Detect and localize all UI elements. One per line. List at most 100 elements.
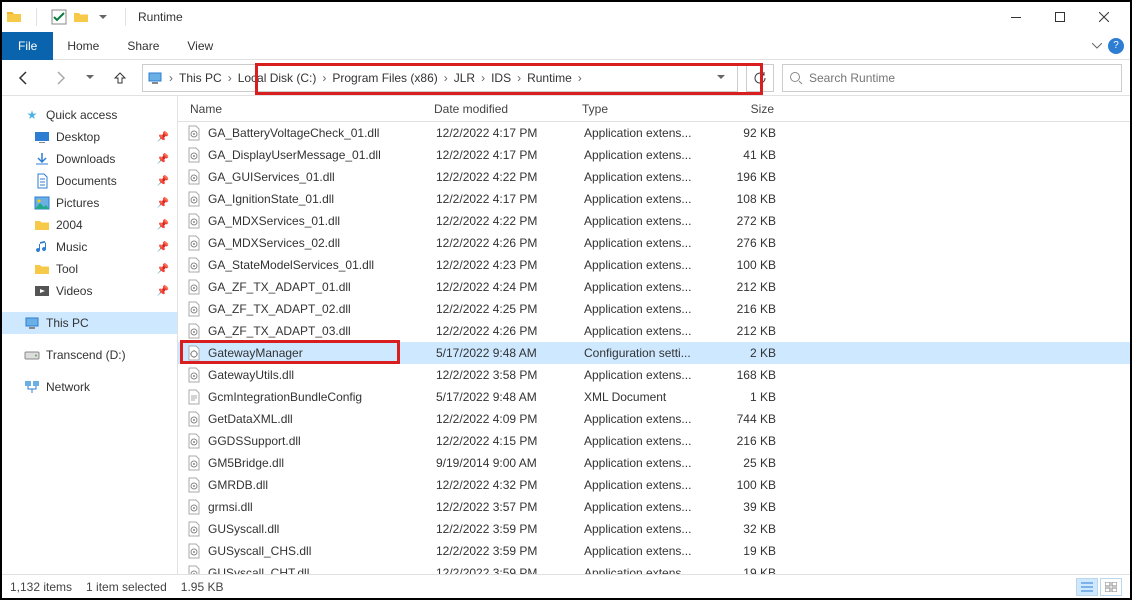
- file-row[interactable]: GA_BatteryVoltageCheck_01.dll12/2/2022 4…: [178, 122, 1130, 144]
- col-date[interactable]: Date modified: [434, 102, 582, 116]
- chevron-right-icon[interactable]: ›: [320, 71, 328, 85]
- details-view-button[interactable]: [1076, 578, 1098, 596]
- file-row[interactable]: GA_DisplayUserMessage_01.dll12/2/2022 4:…: [178, 144, 1130, 166]
- maximize-button[interactable]: [1038, 2, 1082, 32]
- col-size[interactable]: Size: [712, 102, 784, 116]
- breadcrumb-segment[interactable]: Runtime: [523, 71, 576, 85]
- back-button[interactable]: [10, 64, 38, 92]
- titlebar: Runtime: [2, 2, 1130, 32]
- minimize-button[interactable]: [994, 2, 1038, 32]
- breadcrumb[interactable]: › This PC›Local Disk (C:)›Program Files …: [142, 64, 738, 92]
- file-row[interactable]: GetDataXML.dll12/2/2022 4:09 PMApplicati…: [178, 408, 1130, 430]
- help-icon[interactable]: ?: [1108, 38, 1124, 54]
- col-name[interactable]: Name: [186, 102, 434, 116]
- file-name: GA_GUIServices_01.dll: [208, 170, 436, 184]
- chevron-right-icon[interactable]: ›: [167, 71, 175, 85]
- breadcrumb-segment[interactable]: JLR: [450, 71, 479, 85]
- file-row[interactable]: GMRDB.dll12/2/2022 4:32 PMApplication ex…: [178, 474, 1130, 496]
- col-type[interactable]: Type: [582, 102, 712, 116]
- file-row[interactable]: grmsi.dll12/2/2022 3:57 PMApplication ex…: [178, 496, 1130, 518]
- file-row[interactable]: GA_IgnitionState_01.dll12/2/2022 4:17 PM…: [178, 188, 1130, 210]
- file-date: 12/2/2022 3:58 PM: [436, 368, 584, 382]
- pin-icon: 📌: [157, 286, 169, 297]
- file-row[interactable]: GA_MDXServices_02.dll12/2/2022 4:26 PMAp…: [178, 232, 1130, 254]
- sidebar-item[interactable]: Documents📌: [2, 170, 177, 192]
- file-icon: [186, 455, 202, 471]
- file-icon: [186, 565, 202, 574]
- folder-small-icon[interactable]: [73, 9, 89, 25]
- file-row[interactable]: GGDSSupport.dll12/2/2022 4:15 PMApplicat…: [178, 430, 1130, 452]
- breadcrumb-segment[interactable]: IDS: [487, 71, 515, 85]
- sidebar-item[interactable]: Tool📌: [2, 258, 177, 280]
- file-size: 216 KB: [714, 434, 786, 448]
- breadcrumb-segment[interactable]: Local Disk (C:): [234, 71, 321, 85]
- file-size: 100 KB: [714, 258, 786, 272]
- drive-item[interactable]: Transcend (D:): [2, 344, 177, 366]
- thumbnails-view-button[interactable]: [1100, 578, 1122, 596]
- this-pc[interactable]: This PC: [2, 312, 177, 334]
- ribbon-collapse-icon[interactable]: [1092, 43, 1102, 49]
- file-name: GA_IgnitionState_01.dll: [208, 192, 436, 206]
- file-name: GGDSSupport.dll: [208, 434, 436, 448]
- chevron-right-icon[interactable]: ›: [226, 71, 234, 85]
- quick-access[interactable]: ★ Quick access: [2, 104, 177, 126]
- file-type: XML Document: [584, 390, 714, 404]
- file-row[interactable]: GUSyscall_CHT.dll12/2/2022 3:59 PMApplic…: [178, 562, 1130, 574]
- breadcrumb-segment[interactable]: Program Files (x86): [328, 71, 441, 85]
- file-row[interactable]: GcmIntegrationBundleConfig5/17/2022 9:48…: [178, 386, 1130, 408]
- quick-access-dropdown[interactable]: [95, 9, 111, 25]
- file-row[interactable]: GatewayManager5/17/2022 9:48 AMConfigura…: [178, 342, 1130, 364]
- file-icon: [186, 543, 202, 559]
- close-button[interactable]: [1082, 2, 1126, 32]
- navigation-pane[interactable]: ★ Quick access Desktop📌Downloads📌Documen…: [2, 96, 178, 574]
- breadcrumb-segment[interactable]: This PC: [175, 71, 226, 85]
- file-size: 41 KB: [714, 148, 786, 162]
- file-row[interactable]: GA_ZF_TX_ADAPT_01.dll12/2/2022 4:24 PMAp…: [178, 276, 1130, 298]
- file-size: 2 KB: [714, 346, 786, 360]
- sidebar-item[interactable]: 2004📌: [2, 214, 177, 236]
- file-row[interactable]: GA_ZF_TX_ADAPT_03.dll12/2/2022 4:26 PMAp…: [178, 320, 1130, 342]
- file-icon: [186, 477, 202, 493]
- view-tab[interactable]: View: [173, 32, 227, 60]
- file-name: GatewayUtils.dll: [208, 368, 436, 382]
- file-tab[interactable]: File: [2, 32, 53, 60]
- file-date: 12/2/2022 4:15 PM: [436, 434, 584, 448]
- file-name: GatewayManager: [208, 346, 436, 360]
- content-area: ★ Quick access Desktop📌Downloads📌Documen…: [2, 96, 1130, 574]
- file-row[interactable]: GUSyscall.dll12/2/2022 3:59 PMApplicatio…: [178, 518, 1130, 540]
- chevron-right-icon[interactable]: ›: [479, 71, 487, 85]
- search-input[interactable]: [809, 71, 1115, 85]
- file-row[interactable]: GatewayUtils.dll12/2/2022 3:58 PMApplica…: [178, 364, 1130, 386]
- divider: [125, 8, 126, 26]
- file-row[interactable]: GA_GUIServices_01.dll12/2/2022 4:22 PMAp…: [178, 166, 1130, 188]
- search-box[interactable]: [782, 64, 1122, 92]
- up-button[interactable]: [106, 64, 134, 92]
- check-icon[interactable]: [51, 9, 67, 25]
- chevron-right-icon[interactable]: ›: [576, 71, 584, 85]
- file-row[interactable]: GM5Bridge.dll9/19/2014 9:00 AMApplicatio…: [178, 452, 1130, 474]
- file-row[interactable]: GA_MDXServices_01.dll12/2/2022 4:22 PMAp…: [178, 210, 1130, 232]
- sidebar-item[interactable]: Desktop📌: [2, 126, 177, 148]
- ribbon-tabs: File Home Share View ?: [2, 32, 1130, 60]
- column-headers[interactable]: Name Date modified Type Size: [178, 96, 1130, 122]
- forward-button[interactable]: [46, 64, 74, 92]
- refresh-button[interactable]: [746, 64, 774, 92]
- address-dropdown[interactable]: [709, 75, 733, 80]
- file-list[interactable]: GA_BatteryVoltageCheck_01.dll12/2/2022 4…: [178, 122, 1130, 574]
- share-tab[interactable]: Share: [113, 32, 173, 60]
- home-tab[interactable]: Home: [53, 32, 113, 60]
- desktop-icon: [34, 129, 50, 145]
- chevron-right-icon[interactable]: ›: [442, 71, 450, 85]
- sidebar-item[interactable]: Videos📌: [2, 280, 177, 302]
- sidebar-item[interactable]: Pictures📌: [2, 192, 177, 214]
- recent-dropdown[interactable]: [82, 64, 98, 92]
- sidebar-item[interactable]: Music📌: [2, 236, 177, 258]
- file-row[interactable]: GA_ZF_TX_ADAPT_02.dll12/2/2022 4:25 PMAp…: [178, 298, 1130, 320]
- sidebar-item[interactable]: Downloads📌: [2, 148, 177, 170]
- video-icon: [34, 283, 50, 299]
- file-row[interactable]: GA_StateModelServices_01.dll12/2/2022 4:…: [178, 254, 1130, 276]
- file-row[interactable]: GUSyscall_CHS.dll12/2/2022 3:59 PMApplic…: [178, 540, 1130, 562]
- chevron-right-icon[interactable]: ›: [515, 71, 523, 85]
- pin-icon: 📌: [157, 132, 169, 143]
- network[interactable]: Network: [2, 376, 177, 398]
